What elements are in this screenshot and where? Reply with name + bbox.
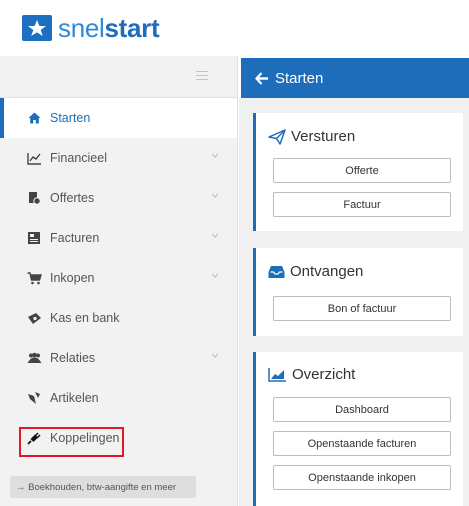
sidebar-item-kas-en-bank[interactable]: Kas en bank: [0, 298, 237, 338]
sidebar-item-facturen[interactable]: Facturen: [0, 218, 237, 258]
sidebar-item-relaties[interactable]: Relaties: [0, 338, 237, 378]
card-versturen: Versturen Offerte Factuur: [253, 113, 463, 231]
home-icon: [26, 111, 42, 125]
invoice-icon: [26, 231, 42, 245]
inbox-icon: [268, 265, 285, 279]
card-title-text: Versturen: [291, 128, 356, 145]
dashboard-button[interactable]: Dashboard: [273, 397, 451, 422]
card-ontvangen: Ontvangen Bon of factuur: [253, 248, 463, 336]
logo-text-snel: snel: [58, 12, 105, 43]
chevron-down-icon: [211, 233, 219, 238]
sidebar-item-artikelen[interactable]: Artikelen: [0, 378, 237, 418]
sidebar-item-label: Starten: [50, 111, 91, 125]
area-chart-icon: [268, 367, 287, 382]
main-header: Starten: [241, 58, 469, 98]
card-title-text: Overzicht: [292, 366, 356, 383]
logo-text-start: start: [104, 12, 160, 43]
sidebar-item-financieel[interactable]: Financieel: [0, 138, 237, 178]
offerte-button[interactable]: Offerte: [273, 158, 451, 183]
sidebar-item-label: Artikelen: [50, 391, 99, 405]
sidebar-item-label: Facturen: [50, 231, 100, 245]
sidebar-top-bar: [0, 56, 237, 98]
card-title: Ontvangen: [268, 263, 363, 280]
chevron-down-icon: [211, 353, 219, 358]
menu-icon[interactable]: [196, 71, 208, 81]
sidebar-item-label: Offertes: [50, 191, 95, 205]
send-icon: [268, 128, 286, 145]
logo-text: snelstart: [58, 12, 160, 44]
openstaande-facturen-button[interactable]: Openstaande facturen: [273, 431, 451, 456]
chevron-down-icon: [211, 273, 219, 278]
page-title: Starten: [275, 69, 324, 87]
sidebar-item-label: Financieel: [50, 151, 107, 165]
sidebar-item-inkopen[interactable]: Inkopen: [0, 258, 237, 298]
openstaande-inkopen-button[interactable]: Openstaande inkopen: [273, 465, 451, 490]
app-header: snelstart: [0, 0, 469, 56]
card-title-text: Ontvangen: [290, 263, 364, 280]
sidebar-item-offertes[interactable]: Offertes: [0, 178, 237, 218]
users-icon: [26, 351, 42, 365]
card-overzicht: Overzicht Dashboard Openstaande facturen…: [253, 352, 463, 506]
card-title: Versturen: [268, 128, 355, 145]
factuur-button[interactable]: Factuur: [273, 192, 451, 217]
sidebar-item-label: Relaties: [50, 351, 96, 365]
star-logo-icon: [22, 15, 52, 41]
bon-of-factuur-button[interactable]: Bon of factuur: [273, 296, 451, 321]
sidebar-item-label: Inkopen: [50, 271, 95, 285]
sidebar-item-starten[interactable]: Starten: [0, 98, 237, 138]
highlight-box: [19, 427, 124, 457]
more-features-button[interactable]: → Boekhouden, btw-aangifte en meer: [10, 476, 196, 498]
chevron-down-icon: [211, 193, 219, 198]
chevron-down-icon: [211, 153, 219, 158]
articles-icon: [26, 391, 42, 405]
quote-icon: [26, 191, 42, 205]
snelstart-logo[interactable]: snelstart: [22, 12, 160, 44]
arrow-left-icon[interactable]: [255, 71, 269, 85]
money-icon: [26, 311, 42, 325]
card-title: Overzicht: [268, 366, 355, 383]
cart-icon: [26, 271, 42, 285]
sidebar-item-label: Kas en bank: [50, 311, 120, 325]
chart-line-icon: [26, 151, 42, 165]
